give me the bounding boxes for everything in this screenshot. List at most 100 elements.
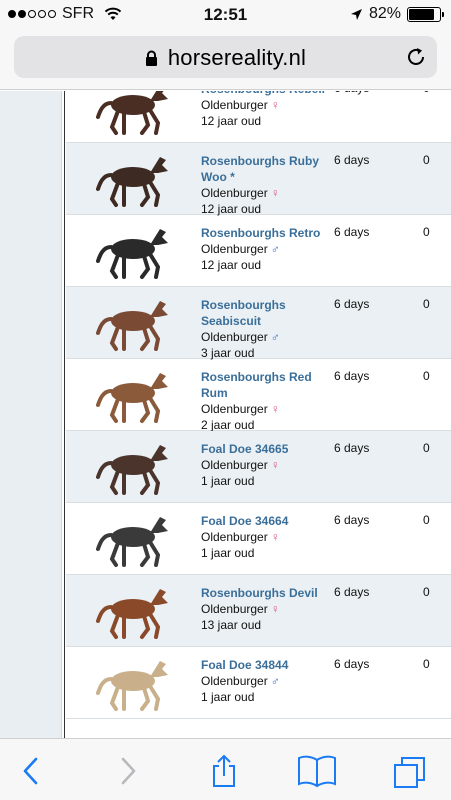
horse-info: Foal Doe 34844 Oldenburger ♂ 1 jaar oud: [201, 657, 336, 705]
horse-breed: Oldenburger ♀: [201, 601, 336, 617]
breed-label: Oldenburger: [201, 458, 268, 472]
male-symbol-icon: ♂: [270, 242, 280, 256]
horse-row[interactable]: Rosenbourghs Retro Oldenburger ♂ 12 jaar …: [66, 215, 451, 287]
horse-days: 6 days: [334, 91, 369, 95]
horse-days: 6 days: [334, 225, 370, 239]
horse-image-icon[interactable]: [88, 223, 178, 281]
breed-label: Oldenburger: [201, 242, 268, 256]
horse-days: 6 days: [334, 441, 370, 455]
horse-info: Rosenbourghs Devil Oldenburger ♀ 13 jaar …: [201, 585, 336, 633]
horse-days: 6 days: [334, 297, 370, 311]
horse-info: Rosenbourghs Seabiscuit Oldenburger ♂ 3 j…: [201, 297, 336, 361]
horse-image-icon[interactable]: [88, 439, 178, 497]
horse-days: 6 days: [334, 153, 370, 167]
horse-image-icon[interactable]: [88, 583, 178, 641]
tabs-button[interactable]: [390, 753, 430, 789]
chevron-right-icon: [121, 757, 136, 785]
horse-breed: Oldenburger ♂: [201, 673, 336, 689]
horse-age: 1 jaar oud: [201, 474, 255, 488]
female-symbol-icon: ♀: [270, 98, 280, 112]
back-button[interactable]: [11, 753, 51, 789]
horse-days: 6 days: [334, 657, 370, 671]
female-symbol-icon: ♀: [270, 402, 280, 416]
horse-count: 0: [423, 369, 430, 383]
battery-icon: [407, 6, 444, 22]
horse-row[interactable]: Rosenbourghs Red Rum Oldenburger ♀ 2 jaar…: [66, 359, 451, 433]
horse-count: 0: [423, 657, 430, 671]
breed-label: Oldenburger: [201, 402, 268, 416]
horse-row[interactable]: Rosenbourghs Seabiscuit Oldenburger ♂ 3 j…: [66, 287, 451, 361]
horse-row[interactable]: Foal Doe 34844 Oldenburger ♂ 1 jaar oud 6…: [66, 647, 451, 719]
horse-info: Rosenbourghs Ruby Woo * Oldenburger ♀ 12 …: [201, 153, 336, 217]
horse-info: Rosenbourghs Retro Oldenburger ♂ 12 jaar …: [201, 225, 336, 273]
horse-age: 13 jaar oud: [201, 618, 262, 632]
horse-row[interactable]: Rosenbourghs Rebell * Oldenburger♀ 12 ja…: [66, 91, 451, 143]
horse-age: 1 jaar oud: [201, 690, 255, 704]
horse-info: Rosenbourghs Rebell * Oldenburger♀ 12 ja…: [201, 91, 336, 129]
reload-icon[interactable]: [405, 46, 427, 68]
horse-image-icon[interactable]: [88, 367, 178, 425]
female-symbol-icon: ♀: [270, 602, 280, 616]
tabs-icon: [394, 757, 425, 788]
horse-row[interactable]: Foal Doe 34664 Oldenburger ♀ 1 jaar oud 6…: [66, 503, 451, 575]
male-symbol-icon: ♂: [270, 330, 280, 344]
horse-days: 6 days: [334, 513, 370, 527]
horse-days: 6 days: [334, 369, 370, 383]
location-arrow-icon: [350, 8, 362, 20]
share-button[interactable]: [204, 753, 244, 789]
address-bar[interactable]: horsereality.nl: [14, 36, 437, 78]
horse-breed: Oldenburger ♀: [201, 457, 336, 473]
horse-info: Rosenbourghs Red Rum Oldenburger ♀ 2 jaar…: [201, 369, 336, 433]
horse-list: Rosenbourghs Rebell * Oldenburger♀ 12 ja…: [66, 91, 451, 719]
horse-image-icon[interactable]: [88, 655, 178, 713]
horse-name-link[interactable]: Foal Doe 34844: [201, 657, 336, 673]
status-right: 82%: [350, 5, 444, 23]
horse-image-icon[interactable]: [88, 151, 178, 209]
breed-label: Oldenburger: [201, 330, 268, 344]
horse-count: 0: [423, 441, 430, 455]
horse-count: 0: [423, 513, 430, 527]
horse-count: 0: [423, 91, 430, 95]
horse-name-link[interactable]: Foal Doe 34665: [201, 441, 336, 457]
horse-name-link[interactable]: Foal Doe 34664: [201, 513, 336, 529]
horse-name-link[interactable]: Rosenbourghs Retro: [201, 225, 336, 241]
battery-level: [409, 8, 434, 20]
horse-count: 0: [423, 297, 430, 311]
breed-label: Oldenburger: [201, 602, 268, 616]
horse-count: 0: [423, 585, 430, 599]
female-symbol-icon: ♀: [270, 458, 280, 472]
horse-age: 12 jaar oud: [201, 114, 262, 128]
url-text: horsereality.nl: [167, 45, 307, 70]
horse-image-icon[interactable]: [88, 91, 178, 137]
chevron-left-icon: [23, 757, 38, 785]
horse-row[interactable]: Foal Doe 34665 Oldenburger ♀ 1 jaar oud 6…: [66, 431, 451, 503]
horse-row[interactable]: Rosenbourghs Devil Oldenburger ♀ 13 jaar …: [66, 575, 451, 647]
horse-breed: Oldenburger ♂: [201, 241, 336, 257]
horse-name-link[interactable]: Rosenbourghs Devil: [201, 585, 336, 601]
horse-image-icon[interactable]: [88, 511, 178, 569]
horse-count: 0: [423, 225, 430, 239]
breed-label: Oldenburger: [201, 98, 268, 112]
page-content: Rosenbourghs Rebell * Oldenburger♀ 12 ja…: [0, 91, 451, 738]
bookmarks-button[interactable]: [297, 753, 337, 789]
male-symbol-icon: ♂: [270, 674, 280, 688]
lock-icon: [145, 50, 157, 66]
horse-row[interactable]: Rosenbourghs Ruby Woo * Oldenburger ♀ 12 …: [66, 143, 451, 217]
horse-image-icon[interactable]: [88, 295, 178, 353]
breed-label: Oldenburger: [201, 530, 268, 544]
left-sidebar: [0, 91, 62, 738]
book-icon: [298, 755, 336, 788]
divider: [64, 91, 65, 738]
horse-name-link[interactable]: Rosenbourghs Ruby Woo *: [201, 153, 336, 185]
status-bar: SFR 12:51 82%: [0, 0, 451, 30]
battery-percent: 82%: [368, 5, 401, 22]
female-symbol-icon: ♀: [270, 186, 280, 200]
forward-button[interactable]: [108, 753, 148, 789]
horse-info: Foal Doe 34664 Oldenburger ♀ 1 jaar oud: [201, 513, 336, 561]
horse-breed: Oldenburger ♀: [201, 97, 336, 113]
browser-chrome: horsereality.nl: [0, 30, 451, 90]
horse-age: 1 jaar oud: [201, 546, 255, 560]
horse-count: 0: [423, 153, 430, 167]
horse-name-link[interactable]: Rosenbourghs Seabiscuit: [201, 297, 336, 329]
horse-name-link[interactable]: Rosenbourghs Red Rum: [201, 369, 336, 401]
